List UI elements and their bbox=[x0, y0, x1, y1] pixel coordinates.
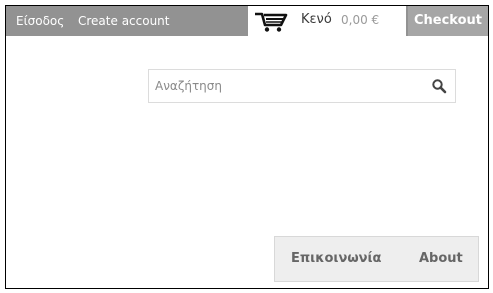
page-frame: Είσοδος Create account Κενό 0,00 € Check… bbox=[5, 5, 489, 289]
create-account-link[interactable]: Create account bbox=[78, 6, 170, 36]
top-bar: Είσοδος Create account Κενό 0,00 € Check… bbox=[6, 6, 488, 36]
cart-total: 0,00 € bbox=[341, 13, 380, 27]
search-box bbox=[148, 69, 456, 103]
cart-status: Κενό bbox=[301, 12, 332, 27]
nav-contact-link[interactable]: Επικοινωνία bbox=[291, 237, 381, 281]
login-link[interactable]: Είσοδος bbox=[16, 6, 64, 36]
checkout-button[interactable]: Checkout bbox=[408, 6, 488, 36]
nav-about-link[interactable]: About bbox=[419, 237, 463, 281]
search-input[interactable] bbox=[149, 70, 419, 102]
cart-widget[interactable]: Κενό 0,00 € bbox=[248, 6, 406, 36]
shopping-cart-icon bbox=[255, 12, 288, 32]
search-icon[interactable] bbox=[431, 78, 447, 94]
bottom-navigation: Επικοινωνία About bbox=[274, 236, 479, 282]
